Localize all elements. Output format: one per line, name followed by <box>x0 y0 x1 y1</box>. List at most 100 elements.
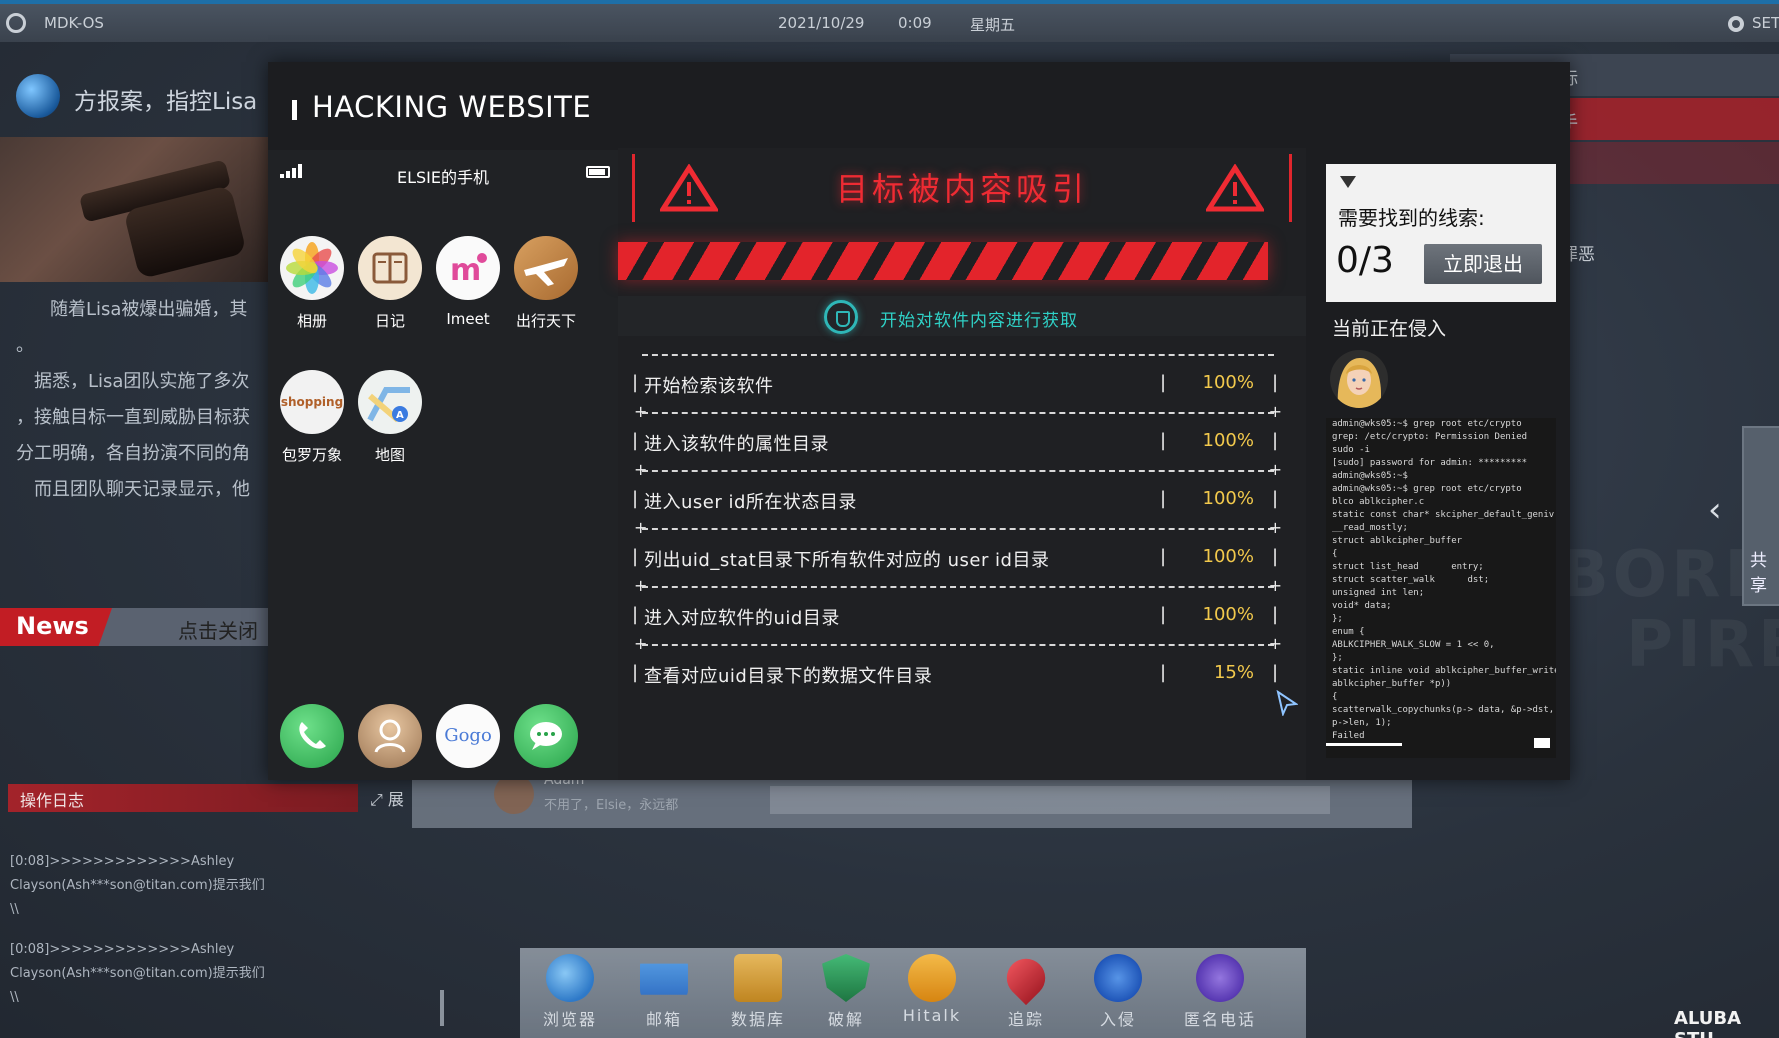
terminal-line: admin@wks05:~$ grep root etc/crypto <box>1332 484 1522 494</box>
task-percent: 100% <box>1202 372 1254 393</box>
terminal-line: grep: /etc/crypto: Permission Denied <box>1332 432 1528 442</box>
exit-now-button[interactable]: 立即退出 <box>1424 244 1542 284</box>
dock-label: 匿名电话 <box>1183 1010 1256 1029</box>
app-imeet[interactable]: m Imeet <box>428 236 508 328</box>
chat-input[interactable] <box>770 786 1330 814</box>
fetch-status-text: 开始对软件内容进行获取 <box>880 311 1078 331</box>
studio-watermark: ALUBA STU <box>1674 1008 1742 1038</box>
os-name: MDK-OS <box>44 14 104 32</box>
svg-text:A: A <box>396 410 404 421</box>
app-label: 地图 <box>374 446 405 464</box>
photos-icon <box>280 236 344 300</box>
task-name: 开始检索该软件 <box>644 376 774 397</box>
imeet-icon: m <box>436 236 500 300</box>
log-scrollbar[interactable] <box>440 990 444 1026</box>
dock-label: 入侵 <box>1099 1010 1136 1029</box>
task-percent: 100% <box>1202 546 1254 567</box>
browser-gogo-icon[interactable]: Gogo <box>436 704 500 768</box>
log-line: [0:08]>>>>>>>>>>>>>Ashley <box>10 942 235 957</box>
app-travel[interactable]: 出行天下 <box>506 236 586 331</box>
mouse-cursor-icon <box>1276 690 1298 716</box>
location-pin-icon <box>998 950 1054 1006</box>
dock-label: 追踪 <box>1007 1010 1044 1029</box>
dock-item-database[interactable]: 数据库 <box>718 954 798 1030</box>
dock-item-track[interactable]: 追踪 <box>986 950 1066 1030</box>
sql-database-icon <box>734 954 782 1002</box>
task-row: | 查看对应uid目录下的数据文件目录 | 15% | <box>632 662 1279 687</box>
news-paragraph: ，接触目标一直到威胁目标获 <box>16 407 250 428</box>
app-label: 日记 <box>374 312 405 330</box>
task-percent: 100% <box>1202 604 1254 625</box>
terminal-line: admin@wks05:~$ grep root etc/crypto <box>1332 419 1522 429</box>
share-label: 共享 <box>1750 551 1767 596</box>
dock-item-crack[interactable]: 破解 <box>806 954 886 1030</box>
terminal-line: struct ablkcipher_buffer <box>1332 536 1463 546</box>
dropdown-triangle-icon[interactable] <box>1340 176 1356 188</box>
gear-icon[interactable] <box>1728 16 1744 32</box>
app-diary[interactable]: 日记 <box>350 236 430 331</box>
task-percent: 15% <box>1213 662 1254 683</box>
app-label: Imeet <box>446 310 490 328</box>
terminal-line: { <box>1332 549 1338 559</box>
app-shopping[interactable]: shopping 包罗万象 <box>272 370 352 465</box>
os-logo-icon[interactable] <box>6 13 26 33</box>
battery-icon <box>586 166 610 178</box>
intrusion-progress-panel: 目标被内容吸引 开始对软件内容进行获取 | 开始检索该软件 | 100% | + + |… <box>618 148 1306 780</box>
share-tab[interactable]: 共享 <box>1742 426 1779 606</box>
terminal-line: { <box>1332 692 1338 702</box>
news-paragraph: 分工明确，各自扮演不同的角 <box>16 443 250 464</box>
system-date: 2021/10/29 <box>778 14 865 32</box>
task-separator: + + <box>634 402 1282 421</box>
dock-item-mail[interactable]: 邮箱 <box>624 954 704 1030</box>
app-photos[interactable]: 相册 <box>272 236 352 331</box>
chevron-left-icon[interactable]: ‹ <box>1708 490 1722 530</box>
system-weekday: 星期五 <box>970 16 1016 34</box>
expand-button[interactable]: ⤢ 展 <box>370 786 404 810</box>
terminal-line: }; <box>1332 614 1343 624</box>
task-percent: 100% <box>1202 430 1254 451</box>
avatar <box>1330 350 1388 408</box>
task-separator: + + <box>634 634 1282 653</box>
fetch-status-row: 开始对软件内容进行获取 <box>618 296 1306 336</box>
diary-icon <box>358 236 422 300</box>
app-map[interactable]: A 地图 <box>350 370 430 465</box>
task-separator <box>632 344 1284 366</box>
terminal-line: blco ablkcipher.c <box>1332 497 1425 507</box>
contacts-icon[interactable] <box>358 704 422 768</box>
travel-plane-icon <box>514 236 578 300</box>
news-close-button[interactable]: 点击关闭 <box>178 615 258 644</box>
dock-label: Hitalk <box>902 1006 962 1025</box>
dock-item-browser[interactable]: 浏览器 <box>530 954 610 1030</box>
mail-icon <box>640 963 688 995</box>
terminal-line: Failed <box>1332 731 1365 741</box>
task-row: | 进入对应软件的uid目录 | 100% | <box>632 604 1279 629</box>
dock-item-anon-call[interactable]: 匿名电话 <box>1168 954 1272 1030</box>
shield-icon <box>822 954 870 1002</box>
log-line: Clayson(Ash***son@titan.com)提示我们 <box>10 966 265 981</box>
task-row: | 列出uid_stat目录下所有软件对应的 user id目录 | 100% | <box>632 546 1279 571</box>
task-name: 列出uid_stat目录下所有软件对应的 user id目录 <box>644 550 1050 571</box>
clue-label: 需要找到的线索: <box>1338 206 1485 230</box>
log-line: Clayson(Ash***son@titan.com)提示我们 <box>10 878 265 893</box>
shopping-icon: shopping <box>280 370 344 434</box>
task-percent: 100% <box>1202 488 1254 509</box>
phone-call-icon[interactable] <box>280 704 344 768</box>
task-name: 进入该软件的属性目录 <box>644 434 829 455</box>
target-phone: ELSIE的手机 相册 日记 m Imeet 出行天下 shopping 包罗万… <box>268 150 618 780</box>
dock-item-intrude[interactable]: 入侵 <box>1078 954 1158 1030</box>
hacking-window: HACKING WEBSITE ELSIE的手机 相册 日记 m Imeet 出… <box>268 62 1570 780</box>
terminal-line: scatterwalk_copychunks(p-> data, &p->dst… <box>1332 705 1555 715</box>
terminal-line: }; <box>1332 653 1343 663</box>
news-image-gavel <box>0 137 270 282</box>
avatar <box>494 774 534 814</box>
warning-triangle-icon <box>1206 164 1264 212</box>
clue-count: 0/3 <box>1336 240 1394 281</box>
terminal-lines: admin@wks05:~$ grep root etc/crypto grep:… <box>1332 418 1556 743</box>
dock-item-hitalk[interactable]: Hitalk <box>892 954 972 1025</box>
settings-label[interactable]: SET <box>1752 14 1779 32</box>
news-panel: 方报案，指控Lisa 随着Lisa被爆出骗婚，其 。 据悉，Lisa团队实施了多… <box>0 62 270 646</box>
globe-icon <box>16 74 60 118</box>
messages-icon[interactable] <box>514 704 578 768</box>
news-paragraph: 随着Lisa被爆出骗婚，其 <box>50 299 248 320</box>
terminal-line: unsigned int len; <box>1332 588 1425 598</box>
